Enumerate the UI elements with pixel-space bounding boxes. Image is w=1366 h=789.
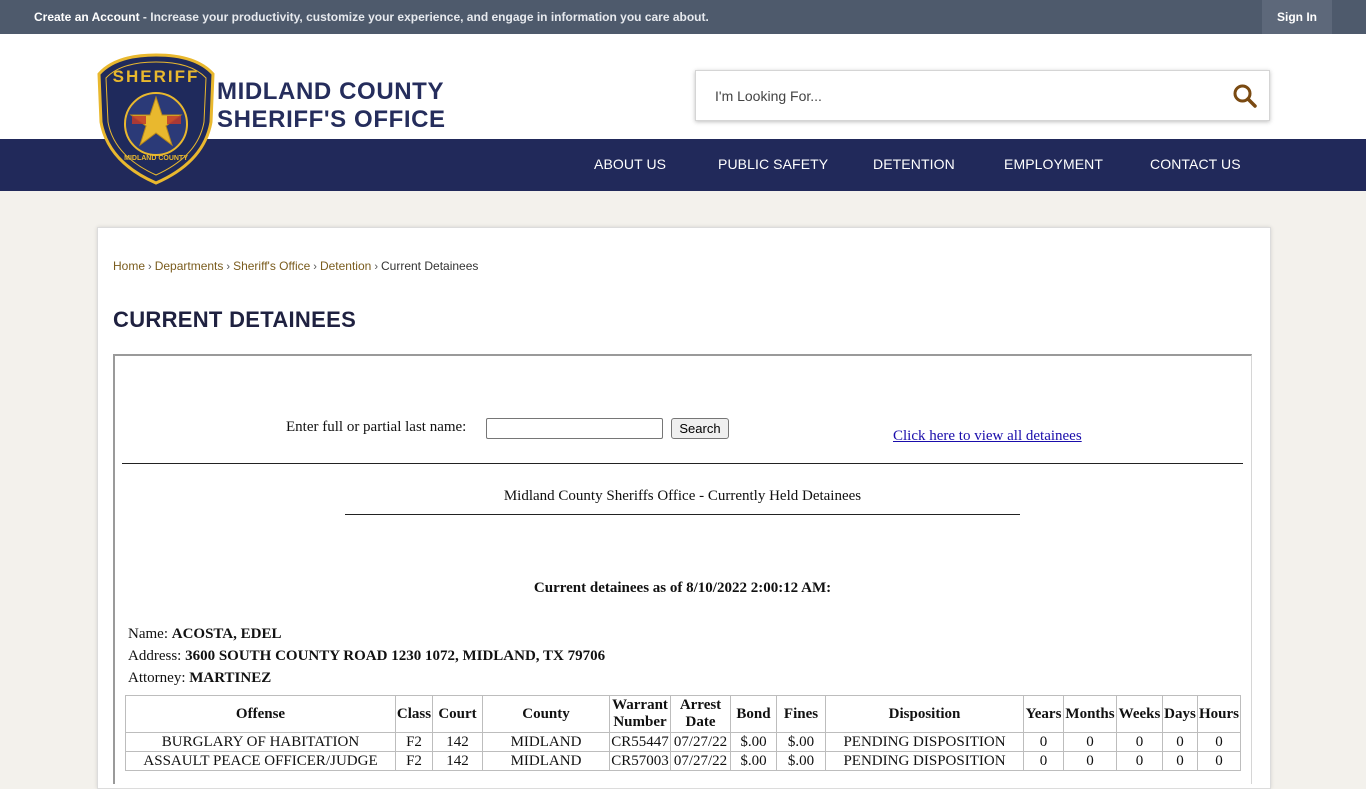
nav-about-us[interactable]: ABOUT US	[594, 156, 666, 172]
brand-line-2: SHERIFF'S OFFICE	[217, 106, 446, 133]
cell-class: F2	[395, 732, 433, 752]
account-message: Create an Account - Increase your produc…	[34, 10, 709, 24]
breadcrumb-sheriffs-office[interactable]: Sheriff's Office	[233, 259, 310, 273]
site-brand[interactable]: MIDLAND COUNTY SHERIFF'S OFFICE	[217, 78, 446, 134]
col-warrant-number: Warrant Number	[609, 695, 671, 733]
search-button[interactable]: Search	[671, 418, 729, 439]
col-months: Months	[1063, 695, 1117, 733]
col-disposition: Disposition	[825, 695, 1024, 733]
table-header-row: Offense Class Court County Warrant Numbe…	[125, 695, 1241, 733]
breadcrumb-departments[interactable]: Departments	[155, 259, 224, 273]
attorney-label: Attorney:	[128, 670, 186, 686]
detainee-address: Address: 3600 SOUTH COUNTY ROAD 1230 107…	[128, 648, 605, 665]
cell-warrant-number: CR55447	[609, 732, 671, 752]
sign-in-button[interactable]: Sign In	[1262, 0, 1332, 34]
cell-arrest-date: 07/27/22	[670, 732, 731, 752]
account-message-text: - Increase your productivity, customize …	[139, 10, 709, 24]
view-all-detainees-link[interactable]: Click here to view all detainees	[893, 428, 1082, 445]
breadcrumb-separator: ›	[148, 261, 152, 273]
brand-line-1: MIDLAND COUNTY	[217, 78, 445, 105]
cell-court: 142	[432, 732, 483, 752]
offense-table: Offense Class Court County Warrant Numbe…	[125, 695, 1241, 771]
nav-public-safety[interactable]: PUBLIC SAFETY	[718, 156, 828, 172]
breadcrumb-separator: ›	[226, 261, 231, 273]
cell-bond: $.00	[730, 732, 777, 752]
top-bar: Create an Account - Increase your produc…	[0, 0, 1366, 34]
held-detainees-title: Midland County Sheriffs Office - Current…	[503, 488, 862, 504]
address-label: Address:	[128, 648, 182, 664]
create-account-link[interactable]: Create an Account	[34, 10, 140, 24]
col-arrest-date-label: Arrest Date	[679, 697, 722, 730]
name-label: Name:	[128, 626, 168, 642]
last-name-label: Enter full or partial last name:	[286, 419, 467, 435]
cell-days: 0	[1162, 732, 1198, 752]
col-court: Court	[432, 695, 483, 733]
site-search-input[interactable]	[696, 71, 1216, 120]
search-icon[interactable]	[1232, 83, 1258, 109]
cell-offense: BURGLARY OF HABITATION	[125, 732, 396, 752]
col-years: Years	[1023, 695, 1064, 733]
breadcrumb: Home › Departments › Sheriff's Office › Detent…	[113, 259, 478, 273]
divider	[345, 514, 1020, 515]
col-fines: Fines	[776, 695, 826, 733]
cell-county: MIDLAND	[482, 732, 610, 752]
detainee-name: Name: ACOSTA, EDEL	[128, 626, 281, 643]
cell-weeks: 0	[1116, 732, 1163, 752]
address-value: 3600 SOUTH COUNTY ROAD 1230 1072, MIDLAN…	[185, 648, 606, 664]
page-title: CURRENT DETAINEES	[113, 307, 357, 332]
as-of-timestamp: Current detainees as of 8/10/2022 2:00:1…	[533, 580, 832, 596]
badge-text: SHERIFF	[113, 67, 200, 86]
col-hours: Hours	[1197, 695, 1241, 733]
attorney-value: MARTINEZ	[189, 670, 272, 686]
cell-disposition: PENDING DISPOSITION	[825, 732, 1024, 752]
detainee-attorney: Attorney: MARTINEZ	[128, 670, 271, 687]
last-name-input[interactable]	[486, 418, 663, 439]
name-value: ACOSTA, EDEL	[171, 626, 282, 642]
nav-detention[interactable]: DETENTION	[873, 156, 955, 172]
col-days: Days	[1162, 695, 1198, 733]
nav-employment[interactable]: EMPLOYMENT	[1004, 156, 1103, 172]
table-row: BURGLARY OF HABITATION F2 142 MIDLAND CR…	[125, 732, 1241, 752]
col-county: County	[482, 695, 610, 733]
col-warrant-number-label: Warrant Number	[612, 697, 668, 730]
breadcrumb-detention[interactable]: Detention	[320, 259, 371, 273]
col-arrest-date: Arrest Date	[670, 695, 731, 733]
badge-ring-text: MIDLAND COUNTY	[124, 155, 188, 162]
col-weeks: Weeks	[1116, 695, 1163, 733]
breadcrumb-home[interactable]: Home	[113, 259, 145, 273]
breadcrumb-separator: ›	[374, 261, 378, 273]
sheriff-badge-logo[interactable]: SHERIFF MIDLAND COUNTY	[96, 52, 216, 186]
cell-fines: $.00	[776, 732, 826, 752]
col-bond: Bond	[730, 695, 777, 733]
site-search	[695, 70, 1270, 121]
cell-years: 0	[1023, 732, 1064, 752]
cell-months: 0	[1063, 732, 1117, 752]
breadcrumb-current: Current Detainees	[381, 259, 479, 273]
breadcrumb-separator: ›	[313, 261, 317, 273]
col-class: Class	[395, 695, 433, 733]
col-offense: Offense	[125, 695, 396, 733]
cell-hours: 0	[1197, 732, 1241, 752]
divider	[122, 463, 1243, 464]
nav-contact-us[interactable]: CONTACT US	[1150, 156, 1241, 172]
